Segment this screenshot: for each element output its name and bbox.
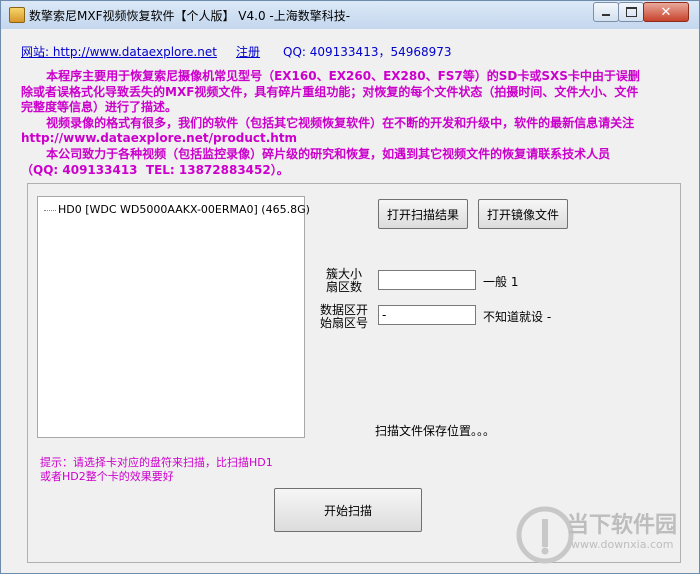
cluster-size-label: 簇大小 扇区数 xyxy=(325,267,362,294)
close-icon: ✕ xyxy=(660,4,672,20)
contact-qq: QQ: 409133413，54968973 xyxy=(283,45,452,59)
close-button[interactable]: ✕ xyxy=(643,2,689,22)
open-image-file-button[interactable]: 打开镜像文件 xyxy=(478,199,568,229)
minimize-button[interactable] xyxy=(593,2,619,22)
window-title: 数擎索尼MXF视频恢复软件【个人版】 V4.0 -上海数擎科技- xyxy=(29,9,351,23)
app-icon xyxy=(9,7,25,23)
maximize-icon xyxy=(625,7,637,17)
tree-connector xyxy=(44,209,56,211)
cluster-size-input[interactable] xyxy=(378,270,476,290)
watermark-url: www.downxia.com xyxy=(571,538,674,551)
cluster-size-hint: 一般 1 xyxy=(483,275,519,289)
watermark: 当下软件园 www.downxia.com xyxy=(511,501,699,571)
open-scan-result-button[interactable]: 打开扫描结果 xyxy=(378,199,468,229)
drive-label: HD0 [WDC WD5000AAKX-00ERMA0] (465.8G) xyxy=(58,203,310,216)
start-sector-label: 数据区开 始扇区号 xyxy=(319,303,368,330)
main-panel: 网站: http://www.dataexplore.net 注册 QQ: 40… xyxy=(9,31,691,565)
title-bar: 数擎索尼MXF视频恢复软件【个人版】 V4.0 -上海数擎科技- ✕ xyxy=(1,1,699,29)
start-sector-hint: 不知道就设 - xyxy=(483,310,552,324)
scan-tip: 提示：请选择卡对应的盘符来扫描，比扫描HD1 或者HD2整个卡的效果要好 xyxy=(40,456,273,483)
start-scan-button[interactable]: 开始扫描 xyxy=(274,488,422,532)
program-description: 本程序主要用于恢复索尼摄像机常见型号（EX160、EX260、EX280、FS7… xyxy=(21,69,640,177)
register-link[interactable]: 注册 xyxy=(236,43,260,60)
minimize-icon xyxy=(602,14,610,16)
watermark-brand: 当下软件园 xyxy=(567,513,678,538)
start-sector-input[interactable] xyxy=(378,305,476,325)
app-window: 数擎索尼MXF视频恢复软件【个人版】 V4.0 -上海数擎科技- ✕ 网站: h… xyxy=(0,0,700,574)
maximize-button[interactable] xyxy=(618,2,644,22)
drive-tree-item[interactable]: HD0 [WDC WD5000AAKX-00ERMA0] (465.8G) xyxy=(44,203,310,216)
save-location-label[interactable]: 扫描文件保存位置。。。 xyxy=(375,422,495,439)
drive-tree[interactable]: HD0 [WDC WD5000AAKX-00ERMA0] (465.8G) xyxy=(37,196,310,438)
watermark-logo-icon xyxy=(516,506,574,564)
website-link[interactable]: 网站: http://www.dataexplore.net xyxy=(21,43,217,60)
